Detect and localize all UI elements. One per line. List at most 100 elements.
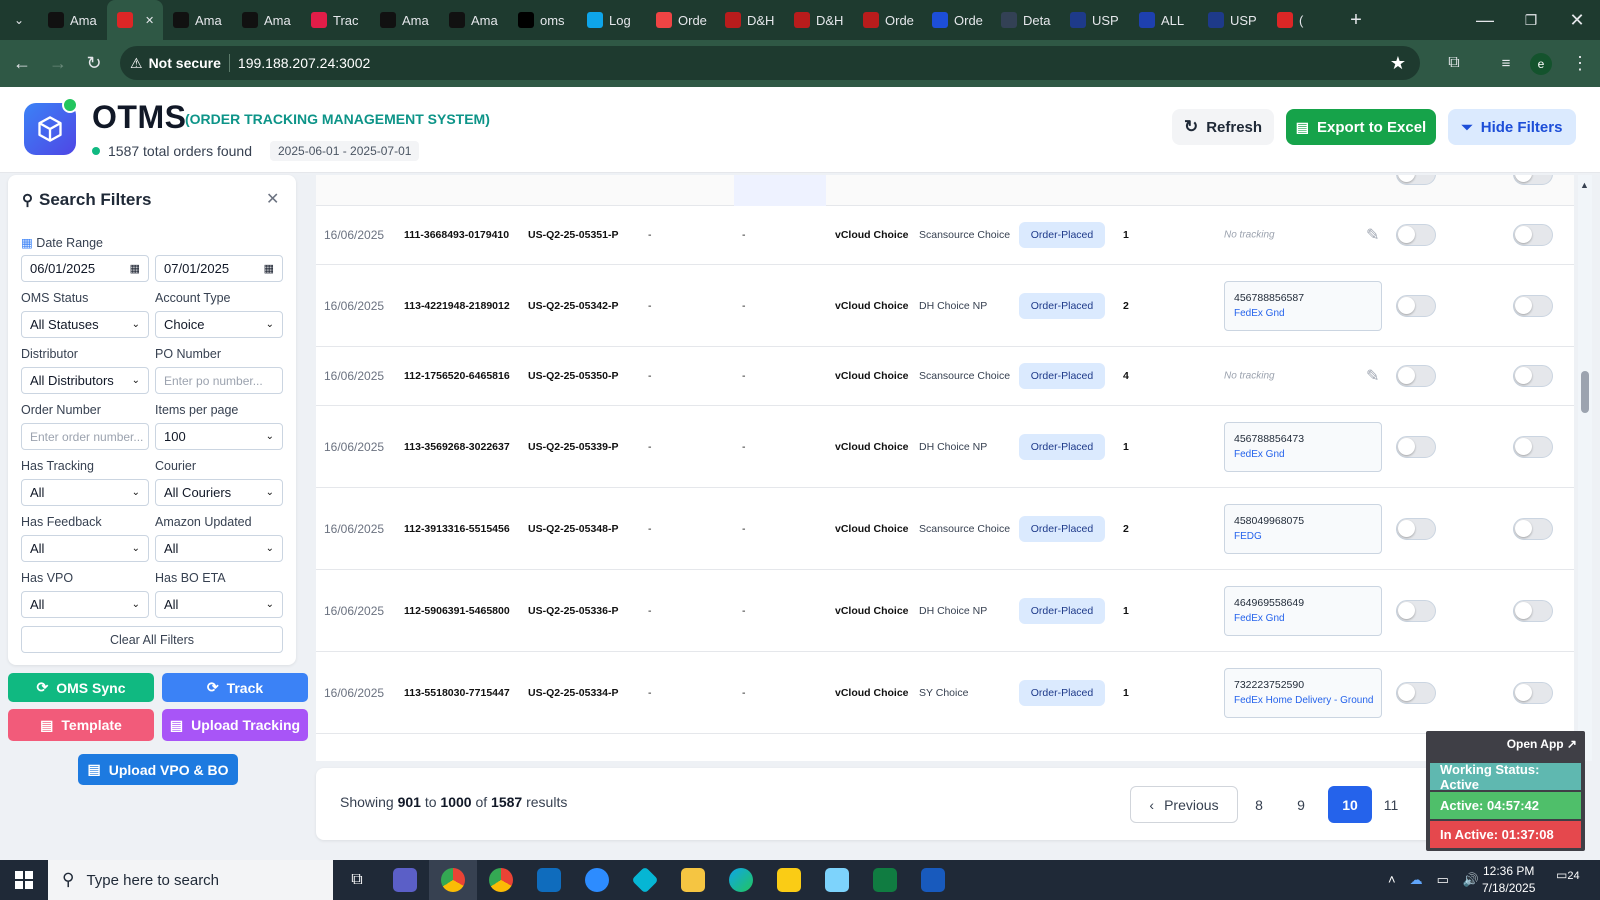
back-arrow-icon[interactable]: ← <box>4 46 40 82</box>
close-window-icon[interactable]: ✕ <box>1554 2 1600 38</box>
po-number-input[interactable]: Enter po number... <box>155 367 283 394</box>
page-number-button[interactable]: 10 <box>1328 786 1372 823</box>
page-number-button[interactable]: 8 <box>1244 786 1274 823</box>
restore-icon[interactable]: ❐ <box>1508 2 1554 38</box>
has-feedback-select[interactable]: All ⌄ <box>21 535 149 562</box>
toggle-switch[interactable] <box>1513 599 1553 622</box>
toggle-switch[interactable] <box>1513 365 1553 387</box>
scrollbar-thumb[interactable] <box>1581 371 1589 413</box>
open-app-link[interactable]: Open App ↗ <box>1507 737 1577 751</box>
table-row[interactable]: 16/06/2025 113-3569268-3022637 US-Q2-25-05… <box>316 406 1574 488</box>
carrier-name[interactable]: FEDG <box>1234 531 1372 542</box>
sticky-notes-icon[interactable] <box>765 860 813 900</box>
tray-chevron-up-icon[interactable]: ˄ <box>1388 872 1396 888</box>
browser-tab[interactable]: Orde <box>646 0 715 40</box>
amazon-updated-select[interactable]: All ⌄ <box>155 535 283 562</box>
tracking-box[interactable]: 732223752590 FedEx Home Delivery - Ground <box>1224 667 1382 718</box>
minimize-icon[interactable]: — <box>1462 2 1508 38</box>
toggle-switch[interactable] <box>1396 435 1436 458</box>
browser-tab[interactable]: Ama <box>439 0 508 40</box>
address-bar[interactable]: ⚠ Not secure 199.188.207.24:3002 ★ <box>120 46 1420 80</box>
extensions-puzzle-icon[interactable]: ⧉ <box>1436 45 1472 81</box>
zoom-icon[interactable] <box>573 860 621 900</box>
browser-tab[interactable]: ( <box>1267 0 1336 40</box>
page-number-button[interactable]: 9 <box>1286 786 1316 823</box>
previous-page-button[interactable]: ‹ Previous <box>1130 786 1238 823</box>
task-view-icon[interactable]: ⧉ <box>333 860 381 900</box>
toggle-switch[interactable] <box>1513 175 1553 185</box>
outlook-icon[interactable] <box>525 860 573 900</box>
reload-icon[interactable]: ↻ <box>76 46 112 82</box>
toggle-switch[interactable] <box>1396 294 1436 317</box>
calendar-picker-icon[interactable]: ▦ <box>264 262 274 275</box>
browser-tab[interactable]: Orde <box>853 0 922 40</box>
browser-tab[interactable]: Log <box>577 0 646 40</box>
account-type-select[interactable]: Choice ⌄ <box>155 311 283 338</box>
courier-select[interactable]: All Couriers ⌄ <box>155 479 283 506</box>
browser-tab[interactable]: oms <box>508 0 577 40</box>
distributor-select[interactable]: All Distributors ⌄ <box>21 367 149 394</box>
browser-tab[interactable]: ALL <box>1129 0 1198 40</box>
browser-tab[interactable]: Ama <box>38 0 107 40</box>
date-to-input[interactable]: 07/01/2025 ▦ <box>155 255 283 282</box>
excel-icon[interactable] <box>861 860 909 900</box>
teams-icon[interactable] <box>381 860 429 900</box>
oms-status-select[interactable]: All Statuses ⌄ <box>21 311 149 338</box>
browser-tab[interactable]: USP <box>1198 0 1267 40</box>
toggle-switch[interactable] <box>1513 435 1553 458</box>
tracking-box[interactable]: 458049968075 FEDG <box>1224 503 1382 554</box>
windows-start-icon[interactable] <box>0 860 48 900</box>
has-bo-eta-select[interactable]: All ⌄ <box>155 591 283 618</box>
page-number-button[interactable]: 11 <box>1376 786 1406 823</box>
browser-tab[interactable]: D&H <box>784 0 853 40</box>
taskbar-clock[interactable]: 12:36 PM 7/18/2025 <box>1482 863 1535 897</box>
upload-vpo-bo-button[interactable]: ▤ Upload VPO & BO <box>78 754 238 785</box>
has-vpo-select[interactable]: All ⌄ <box>21 591 149 618</box>
table-row[interactable]: 16/06/2025 112-1756520-6465816 US-Q2-25-05… <box>316 347 1574 406</box>
edit-pencil-icon[interactable]: ✎ <box>1366 225 1379 245</box>
word-icon[interactable] <box>909 860 957 900</box>
close-filters-icon[interactable]: ✕ <box>266 189 279 209</box>
browser-menu-icon[interactable]: ⋮ <box>1562 45 1598 81</box>
table-row[interactable]: 16/06/2025 113-5518030-7715447 US-Q2-25-05… <box>316 652 1574 734</box>
toggle-switch[interactable] <box>1396 175 1436 185</box>
edge-icon[interactable] <box>717 860 765 900</box>
upload-tracking-button[interactable]: ▤ Upload Tracking <box>162 709 308 741</box>
date-from-input[interactable]: 06/01/2025 ▦ <box>21 255 149 282</box>
close-tab-icon[interactable]: ✕ <box>145 14 154 27</box>
export-excel-button[interactable]: ▤ Export to Excel <box>1286 109 1436 145</box>
toggle-switch[interactable] <box>1396 224 1436 246</box>
toggle-switch[interactable] <box>1513 224 1553 246</box>
browser-tab[interactable]: Orde <box>922 0 991 40</box>
track-button[interactable]: ⟳ Track <box>162 673 308 702</box>
table-row[interactable]: 16/06/2025 111-3668493-0179410 US-Q2-25-05… <box>316 206 1574 265</box>
carrier-name[interactable]: FedEx Home Delivery - Ground <box>1234 695 1374 706</box>
browser-tab[interactable]: Deta <box>991 0 1060 40</box>
browser-tab[interactable]: Ama <box>370 0 439 40</box>
tracking-box[interactable]: 456788856587 FedEx Gnd <box>1224 280 1382 331</box>
new-tab-plus-icon[interactable]: + <box>1338 2 1374 38</box>
app-diamond-icon[interactable] <box>621 860 669 900</box>
browser-tab[interactable]: D&H <box>715 0 784 40</box>
notepad-icon[interactable] <box>813 860 861 900</box>
template-button[interactable]: ▤ Template <box>8 709 154 741</box>
chrome-profile-icon[interactable] <box>477 860 525 900</box>
toggle-switch[interactable] <box>1513 517 1553 540</box>
oms-sync-button[interactable]: ⟳ OMS Sync <box>8 673 154 702</box>
calendar-picker-icon[interactable]: ▦ <box>130 262 140 275</box>
bookmark-star-icon[interactable]: ★ <box>1390 53 1406 74</box>
carrier-name[interactable]: FedEx Gnd <box>1234 613 1372 624</box>
has-tracking-select[interactable]: All ⌄ <box>21 479 149 506</box>
table-row[interactable]: 16/06/2025 112-5906391-5465800 US-Q2-25-05… <box>316 570 1574 652</box>
browser-tab[interactable]: Trac <box>301 0 370 40</box>
media-controls-icon[interactable]: ≡ <box>1488 45 1524 81</box>
toggle-switch[interactable] <box>1396 365 1436 387</box>
carrier-name[interactable]: FedEx Gnd <box>1234 449 1372 460</box>
hide-filters-button[interactable]: ⏷ Hide Filters <box>1448 109 1576 145</box>
taskbar-search-box[interactable]: ⚲ Type here to search <box>48 860 333 900</box>
network-icon[interactable]: ▭ <box>1437 872 1449 888</box>
file-explorer-icon[interactable] <box>669 860 717 900</box>
carrier-name[interactable]: FedEx Gnd <box>1234 308 1372 319</box>
edit-pencil-icon[interactable]: ✎ <box>1366 366 1379 386</box>
table-row[interactable]: 16/06/2025 113-4221948-2189012 US-Q2-25-05… <box>316 265 1574 347</box>
